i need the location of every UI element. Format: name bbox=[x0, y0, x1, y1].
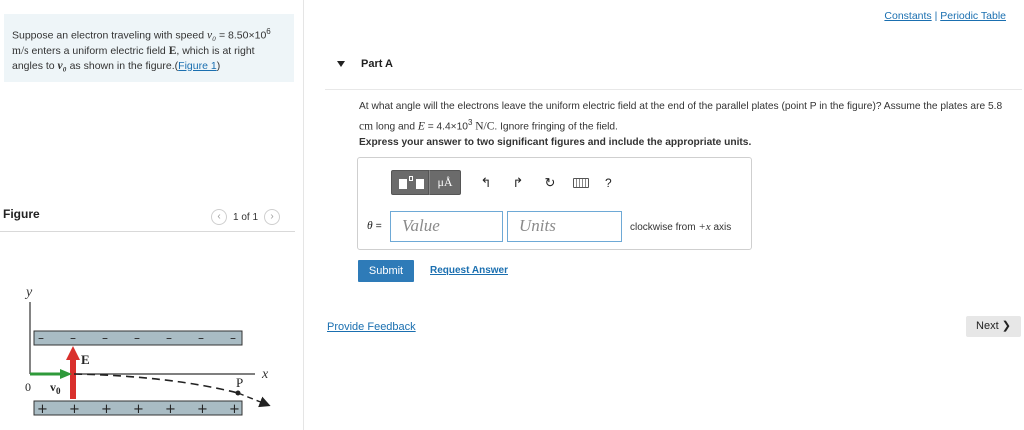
electron-trajectory bbox=[73, 373, 239, 394]
svg-text:–: – bbox=[198, 331, 204, 345]
answer-suffix: clockwise from +x axis bbox=[630, 221, 731, 233]
constants-link[interactable]: Constants bbox=[884, 10, 931, 22]
v0-vector-symbol: v₀ bbox=[57, 59, 67, 72]
problem-text-5: ) bbox=[216, 59, 221, 72]
svg-text:+: + bbox=[37, 402, 48, 417]
template-icon[interactable] bbox=[391, 170, 429, 195]
question-line-2: long and bbox=[375, 121, 415, 133]
figure-counter: 1 of 1 bbox=[233, 211, 259, 223]
e-value: = 4.4×10 bbox=[427, 121, 468, 133]
divider bbox=[0, 231, 295, 232]
e-field-label: E bbox=[81, 352, 90, 367]
question-end: . Ignore fringing of the field. bbox=[494, 121, 618, 133]
next-button[interactable]: Next ❯ bbox=[966, 316, 1021, 337]
math-toolbar: μÅ ↰ ↱ ↻ ? bbox=[391, 170, 612, 195]
problem-text-2: enters a uniform electric field bbox=[31, 44, 166, 57]
link-separator: | bbox=[931, 10, 941, 22]
keyboard-icon[interactable] bbox=[573, 177, 589, 188]
suffix-end: axis bbox=[713, 222, 732, 233]
svg-text:+: + bbox=[101, 402, 112, 417]
theta-label: θ = bbox=[367, 220, 382, 232]
reset-icon[interactable]: ↻ bbox=[543, 175, 557, 191]
part-label: Part A bbox=[361, 58, 393, 70]
redo-icon[interactable]: ↱ bbox=[511, 175, 525, 191]
suffix-text: clockwise from bbox=[630, 222, 696, 233]
periodic-table-link[interactable]: Periodic Table bbox=[940, 10, 1006, 22]
svg-text:–: – bbox=[166, 331, 172, 345]
equals-sign: = bbox=[372, 220, 382, 232]
chevron-left-icon[interactable]: ‹ bbox=[211, 209, 227, 225]
figure-diagram: y x – – – – – – – + + + + + + + E 0 v0 P bbox=[24, 285, 271, 417]
y-axis-label: y bbox=[24, 285, 33, 300]
x-axis-label: x bbox=[261, 367, 269, 382]
left-panel: Suppose an electron traveling with speed… bbox=[0, 0, 304, 430]
svg-text:–: – bbox=[102, 331, 108, 345]
svg-text:–: – bbox=[38, 331, 44, 345]
answer-instruction: Express your answer to two significant f… bbox=[359, 137, 752, 148]
svg-text:–: – bbox=[134, 331, 140, 345]
speed-exponent: 6 bbox=[266, 27, 271, 36]
suffix-axis: +x bbox=[698, 221, 711, 233]
e-unit: N/C bbox=[475, 120, 495, 133]
svg-text:+: + bbox=[197, 402, 208, 417]
origin-label: 0 bbox=[25, 380, 31, 394]
svg-text:–: – bbox=[230, 331, 236, 345]
help-icon[interactable]: ? bbox=[605, 176, 612, 190]
e-field-arrowhead bbox=[66, 346, 80, 360]
units-button[interactable]: μÅ bbox=[429, 170, 461, 195]
request-answer-link[interactable]: Request Answer bbox=[430, 265, 508, 276]
e-variable: E bbox=[417, 120, 425, 133]
undo-icon[interactable]: ↰ bbox=[479, 175, 493, 191]
svg-text:–: – bbox=[70, 331, 76, 345]
provide-feedback-link[interactable]: Provide Feedback bbox=[327, 321, 416, 333]
v0-symbol: v₀ bbox=[206, 29, 217, 42]
submit-button[interactable]: Submit bbox=[358, 260, 414, 282]
part-a-header[interactable]: Part A bbox=[325, 44, 1022, 90]
answer-box: μÅ ↰ ↱ ↻ ? θ = Value Units clockwise fro… bbox=[357, 157, 752, 250]
main-panel: Constants | Periodic Table Part A At wha… bbox=[305, 0, 1024, 430]
figure-title: Figure bbox=[3, 207, 40, 221]
problem-text: Suppose an electron traveling with speed bbox=[12, 29, 205, 42]
figure-nav: ‹ 1 of 1 › bbox=[211, 209, 281, 225]
svg-text:+: + bbox=[133, 402, 144, 417]
speed-unit: m/s bbox=[12, 44, 29, 57]
svg-text:+: + bbox=[165, 402, 176, 417]
top-links: Constants | Periodic Table bbox=[884, 10, 1006, 22]
units-input[interactable]: Units bbox=[507, 211, 622, 242]
question-text: At what angle will the electrons leave t… bbox=[359, 99, 1019, 135]
svg-text:+: + bbox=[69, 402, 80, 417]
problem-text-4: as shown in the figure.( bbox=[69, 59, 179, 72]
point-p-marker bbox=[235, 390, 241, 396]
collapse-triangle-icon[interactable] bbox=[337, 61, 345, 67]
problem-statement: Suppose an electron traveling with speed… bbox=[4, 14, 294, 82]
value-input[interactable]: Value bbox=[390, 211, 503, 242]
chevron-right-icon[interactable]: › bbox=[264, 209, 281, 225]
svg-text:+: + bbox=[229, 402, 240, 417]
question-line-1: At what angle will the electrons leave t… bbox=[359, 101, 1003, 112]
e-field-arrow bbox=[70, 359, 76, 399]
speed-value: = 8.50×10 bbox=[219, 29, 267, 42]
length-unit: cm bbox=[359, 120, 374, 133]
v0-label: v0 bbox=[50, 380, 61, 396]
e-exponent: 3 bbox=[467, 118, 473, 127]
point-p-label: P bbox=[236, 375, 243, 390]
figure-link[interactable]: Figure 1 bbox=[178, 60, 217, 72]
